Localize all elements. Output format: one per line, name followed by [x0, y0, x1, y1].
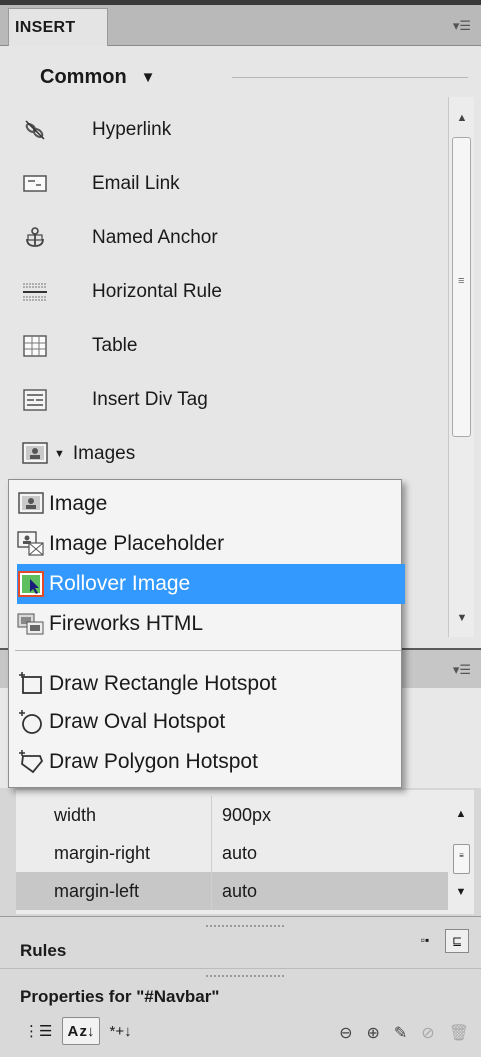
panel-options-menu-icon[interactable]: ▾☰	[453, 18, 471, 34]
resize-gripper[interactable]	[206, 975, 284, 977]
oval-hotspot-icon	[17, 708, 45, 736]
resize-gripper[interactable]	[206, 925, 284, 927]
dropdown-item-label: Fireworks HTML	[49, 612, 204, 635]
property-value[interactable]: 900px	[212, 805, 271, 826]
rule-view-icon[interactable]: ⊑	[445, 929, 469, 953]
scroll-down-icon[interactable]: ▼	[448, 886, 474, 898]
insert-item-label: Hyperlink	[92, 119, 172, 140]
new-css-rule-icon[interactable]: ⊕	[366, 1023, 379, 1043]
dropdown-item-draw-polygon-hotspot[interactable]: Draw Polygon Hotspot	[9, 742, 401, 782]
images-dropdown-arrow-icon[interactable]: ▼	[54, 448, 65, 460]
dropdown-item-label: Draw Polygon Hotspot	[49, 750, 258, 773]
dropdown-item-label: Rollover Image	[49, 572, 191, 595]
scroll-down-icon[interactable]: ▼	[449, 605, 475, 631]
property-name: width	[16, 796, 212, 834]
rollover-image-icon	[17, 570, 45, 598]
category-dropdown[interactable]: Common ▼	[40, 66, 156, 89]
panel-top-border	[0, 0, 481, 5]
dropdown-item-label: Image	[49, 492, 108, 515]
polygon-hotspot-icon	[17, 748, 45, 776]
insert-item-horizontal-rule[interactable]: Horizontal Rule	[22, 272, 442, 312]
dropdown-item-rollover-image[interactable]: Rollover Image	[17, 564, 405, 604]
table-row[interactable]: margin-right auto	[16, 834, 448, 872]
dropdown-item-draw-oval-hotspot[interactable]: Draw Oval Hotspot	[9, 702, 401, 742]
dropdown-separator	[15, 650, 401, 651]
category-view-icon[interactable]: ⋮☰	[20, 1017, 56, 1045]
horizontal-rule-icon	[22, 279, 48, 305]
edit-rule-icon[interactable]: ✎	[394, 1023, 407, 1043]
trash-icon[interactable]: 🗑	[449, 1023, 469, 1043]
insert-item-images[interactable]: ▼ Images	[22, 434, 442, 474]
dropdown-item-image[interactable]: Image	[9, 484, 401, 524]
properties-for-panel: Properties for "#Navbar" ⋮☰ A z↓ *+↓ ⊖ ⊕…	[0, 968, 481, 1057]
category-label: Common	[40, 66, 127, 88]
properties-scrollbar[interactable]: ▲ ≡ ▼	[448, 790, 474, 914]
scroll-up-icon[interactable]: ▲	[448, 808, 474, 820]
table-icon	[22, 333, 48, 359]
images-dropdown-menu: Image Image Placeholder Rollover Image F…	[8, 479, 405, 788]
insert-tab[interactable]: INSERT	[8, 8, 108, 46]
table-row[interactable]: margin-left auto	[16, 872, 448, 910]
dropdown-item-label: Draw Oval Hotspot	[49, 710, 226, 733]
dropdown-item-image-placeholder[interactable]: Image Placeholder	[9, 524, 401, 564]
property-value[interactable]: auto	[212, 881, 257, 902]
dropdown-item-label: Image Placeholder	[49, 532, 225, 555]
email-link-icon	[22, 171, 48, 197]
named-anchor-icon	[22, 225, 48, 251]
rules-label: Rules	[20, 941, 67, 960]
attach-stylesheet-icon[interactable]: ⊖	[339, 1023, 352, 1043]
alphabetical-view-button[interactable]: A z↓	[62, 1017, 100, 1045]
insert-item-label: Horizontal Rule	[92, 281, 222, 302]
set-properties-button[interactable]: *+↓	[106, 1017, 136, 1045]
rectangle-hotspot-icon	[17, 670, 45, 698]
property-value[interactable]: auto	[212, 843, 257, 864]
scroll-thumb[interactable]: ≡	[452, 137, 471, 437]
scroll-up-icon[interactable]: ▲	[449, 105, 475, 131]
insert-item-label: Table	[92, 335, 138, 356]
div-tag-icon	[22, 387, 48, 413]
insert-item-named-anchor[interactable]: Named Anchor	[22, 218, 442, 258]
scroll-grip-icon: ≡	[458, 275, 465, 287]
rules-bar: Rules ▫▪ ⊑	[0, 916, 481, 968]
property-name: margin-left	[16, 872, 212, 910]
insert-item-label: Named Anchor	[92, 227, 218, 248]
fireworks-html-icon	[17, 610, 45, 638]
image-placeholder-icon	[17, 530, 45, 558]
scroll-thumb[interactable]: ≡	[453, 844, 470, 874]
insert-item-table[interactable]: Table	[22, 326, 442, 366]
cascade-view-icon[interactable]: ▫▪	[413, 929, 437, 953]
insert-item-label: Images	[72, 443, 136, 464]
insert-item-insert-div-tag[interactable]: Insert Div Tag	[22, 380, 442, 420]
properties-table: width 900px margin-right auto margin-lef…	[16, 790, 448, 914]
insert-item-label: Email Link	[92, 173, 180, 194]
panel-options-menu-icon[interactable]: ▾☰	[453, 662, 471, 678]
insert-item-hyperlink[interactable]: Hyperlink	[22, 110, 442, 150]
image-icon	[22, 441, 48, 467]
insert-panel-scrollbar[interactable]: ▲ ≡ ▼	[448, 97, 474, 637]
category-arrow-icon: ▼	[140, 69, 156, 86]
insert-item-label: Insert Div Tag	[92, 389, 208, 410]
table-row[interactable]: width 900px	[16, 796, 448, 834]
properties-for-label: Properties for "#Navbar"	[20, 987, 220, 1006]
insert-item-email-link[interactable]: Email Link	[22, 164, 442, 204]
dropdown-item-label: Draw Rectangle Hotspot	[49, 672, 277, 695]
insert-tab-bar: INSERT ▾☰	[0, 0, 481, 46]
dropdown-item-fireworks-html[interactable]: Fireworks HTML	[9, 604, 401, 644]
disable-property-icon[interactable]: ⊘	[421, 1023, 434, 1043]
hyperlink-icon	[22, 117, 48, 143]
property-name: margin-right	[16, 834, 212, 872]
dropdown-item-draw-rectangle-hotspot[interactable]: Draw Rectangle Hotspot	[9, 664, 401, 704]
image-icon	[17, 490, 45, 518]
category-divider	[232, 77, 468, 78]
